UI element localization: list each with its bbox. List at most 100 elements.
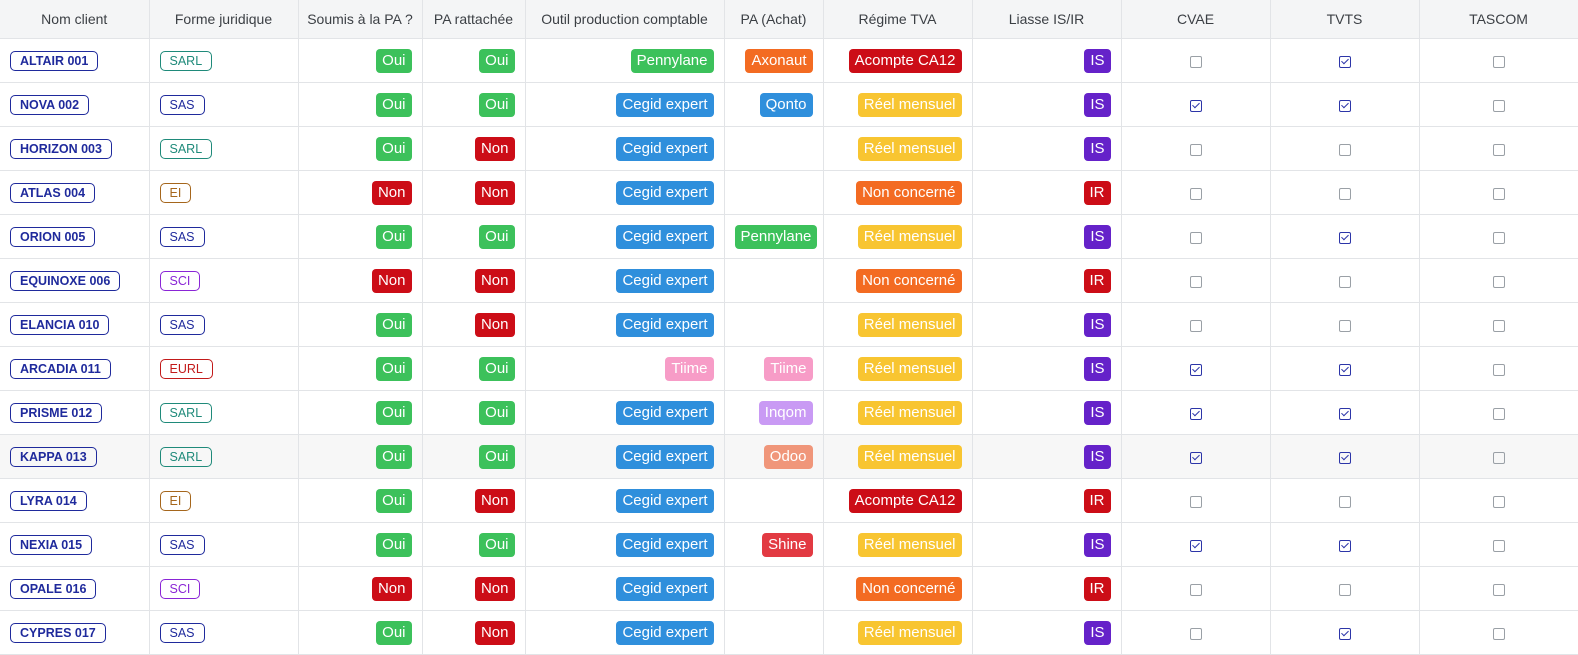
client-name-link[interactable]: CYPRES 017 [10, 622, 106, 643]
cell-soumis: Oui [298, 346, 423, 391]
table-row[interactable]: OPALE 016 SCI Non Non Cegid expert Non concer… [0, 566, 1578, 611]
client-name-link[interactable]: ARCADIA 011 [10, 358, 111, 379]
client-name-link[interactable]: KAPPA 013 [10, 446, 97, 467]
col-header-nom-client[interactable]: Nom client [0, 0, 150, 39]
cell-cvae [1121, 478, 1271, 523]
tvts-checkbox[interactable] [1338, 231, 1351, 244]
col-header-soumis-pa[interactable]: Soumis à la PA ? [298, 0, 423, 39]
cell-achat [724, 610, 824, 655]
cvae-checkbox[interactable] [1189, 319, 1202, 332]
client-name-link[interactable]: ATLAS 004 [10, 182, 96, 203]
table-row[interactable]: LYRA 014 EI Oui Non Cegid expert Acompte CA12… [0, 478, 1578, 523]
tascom-checkbox[interactable] [1492, 55, 1505, 68]
tascom-checkbox[interactable] [1492, 539, 1505, 552]
cell-liasse: IS [972, 302, 1122, 347]
col-header-tvts[interactable]: TVTS [1270, 0, 1420, 39]
cvae-checkbox[interactable] [1189, 275, 1202, 288]
table-row[interactable]: NEXIA 015 SAS Oui Oui Cegid expert Shine Réel … [0, 522, 1578, 567]
tascom-checkbox[interactable] [1492, 495, 1505, 508]
cvae-checkbox[interactable] [1189, 539, 1202, 552]
client-name-link[interactable]: ELANCIA 010 [10, 314, 110, 335]
client-name-link[interactable]: HORIZON 003 [10, 138, 112, 159]
table-row[interactable]: CYPRES 017 SAS Oui Non Cegid expert Réel mens… [0, 610, 1578, 655]
col-header-forme-juridique[interactable]: Forme juridique [149, 0, 299, 39]
table-row[interactable]: ORION 005 SAS Oui Oui Cegid expert Pennylane R… [0, 214, 1578, 259]
regime-tva-badge: Réel mensuel [857, 356, 962, 381]
tvts-checkbox[interactable] [1338, 583, 1351, 596]
tascom-checkbox[interactable] [1492, 231, 1505, 244]
cvae-checkbox[interactable] [1189, 55, 1202, 68]
cvae-checkbox[interactable] [1189, 451, 1202, 464]
tvts-checkbox[interactable] [1338, 55, 1351, 68]
table-row[interactable]: NOVA 002 SAS Oui Oui Cegid expert Qonto Réel m… [0, 82, 1578, 127]
tascom-checkbox[interactable] [1492, 407, 1505, 420]
col-header-pa-rattachee[interactable]: PA rattachée [422, 0, 526, 39]
cvae-checkbox[interactable] [1189, 363, 1202, 376]
cvae-checkbox[interactable] [1189, 627, 1202, 640]
cell-rattachee: Non [422, 610, 526, 655]
cell-client: HORIZON 003 [0, 126, 150, 171]
tvts-checkbox[interactable] [1338, 143, 1351, 156]
forme-juridique-tag: EURL [159, 358, 213, 379]
cvae-checkbox[interactable] [1189, 583, 1202, 596]
table-row[interactable]: ELANCIA 010 SAS Oui Non Cegid expert Réel men… [0, 302, 1578, 347]
table-row[interactable]: HORIZON 003 SARL Oui Non Cegid expert Réel me… [0, 126, 1578, 171]
tvts-checkbox[interactable] [1338, 99, 1351, 112]
cvae-checkbox[interactable] [1189, 143, 1202, 156]
cell-achat: Tiime [724, 346, 824, 391]
tvts-checkbox[interactable] [1338, 407, 1351, 420]
client-name-link[interactable]: LYRA 014 [10, 490, 87, 511]
tascom-checkbox[interactable] [1492, 451, 1505, 464]
cvae-checkbox[interactable] [1189, 231, 1202, 244]
cvae-checkbox[interactable] [1189, 99, 1202, 112]
tvts-checkbox[interactable] [1338, 319, 1351, 332]
cell-soumis: Non [298, 258, 423, 303]
tvts-checkbox[interactable] [1338, 539, 1351, 552]
cvae-checkbox[interactable] [1189, 407, 1202, 420]
table-row[interactable]: ALTAIR 001 SARL Oui Oui Pennylane Axonaut Acom… [0, 38, 1578, 83]
tascom-checkbox[interactable] [1492, 627, 1505, 640]
liasse-badge: IR [1083, 576, 1111, 601]
client-name-link[interactable]: PRISME 012 [10, 402, 103, 423]
tascom-checkbox[interactable] [1492, 275, 1505, 288]
table-row[interactable]: KAPPA 013 SARL Oui Oui Cegid expert Odoo Réel … [0, 434, 1578, 479]
client-name-link[interactable]: NOVA 002 [10, 94, 90, 115]
client-name-link[interactable]: OPALE 016 [10, 578, 97, 599]
col-header-regime-tva[interactable]: Régime TVA [823, 0, 973, 39]
col-header-liasse[interactable]: Liasse IS/IR [972, 0, 1122, 39]
client-name-link[interactable]: NEXIA 015 [10, 534, 93, 555]
tvts-checkbox[interactable] [1338, 451, 1351, 464]
soumis-pa-badge: Oui [376, 620, 412, 645]
table-row[interactable]: EQUINOXE 006 SCI Non Non Cegid expert Non con… [0, 258, 1578, 303]
cell-forme: SARL [149, 434, 299, 479]
regime-tva-badge: Réel mensuel [857, 92, 962, 117]
tvts-checkbox[interactable] [1338, 495, 1351, 508]
col-header-cvae[interactable]: CVAE [1121, 0, 1271, 39]
col-header-outil-production[interactable]: Outil production comptable [525, 0, 725, 39]
table-row[interactable]: ATLAS 004 EI Non Non Cegid expert Non concern… [0, 170, 1578, 215]
tascom-checkbox[interactable] [1492, 583, 1505, 596]
table-row[interactable]: ARCADIA 011 EURL Oui Oui Tiime Tiime Réel mens… [0, 346, 1578, 391]
tvts-checkbox[interactable] [1338, 275, 1351, 288]
cell-forme: SARL [149, 38, 299, 83]
tascom-checkbox[interactable] [1492, 319, 1505, 332]
cvae-checkbox[interactable] [1189, 187, 1202, 200]
tascom-checkbox[interactable] [1492, 143, 1505, 156]
tascom-checkbox[interactable] [1492, 187, 1505, 200]
col-header-pa-achat[interactable]: PA (Achat) [724, 0, 824, 39]
tascom-checkbox[interactable] [1492, 99, 1505, 112]
tvts-checkbox[interactable] [1338, 363, 1351, 376]
tascom-checkbox[interactable] [1492, 363, 1505, 376]
cell-achat: Qonto [724, 82, 824, 127]
cell-soumis: Oui [298, 610, 423, 655]
client-name-link[interactable]: ORION 005 [10, 226, 96, 247]
cvae-checkbox[interactable] [1189, 495, 1202, 508]
table-row[interactable]: PRISME 012 SARL Oui Oui Cegid expert Inqom Rée… [0, 390, 1578, 435]
tvts-checkbox[interactable] [1338, 187, 1351, 200]
cell-soumis: Oui [298, 126, 423, 171]
tvts-checkbox[interactable] [1338, 627, 1351, 640]
client-name-link[interactable]: EQUINOXE 006 [10, 270, 121, 291]
client-name-link[interactable]: ALTAIR 001 [10, 50, 99, 71]
col-header-tascom[interactable]: TASCOM [1419, 0, 1578, 39]
pa-rattachee-badge: Non [474, 268, 515, 293]
